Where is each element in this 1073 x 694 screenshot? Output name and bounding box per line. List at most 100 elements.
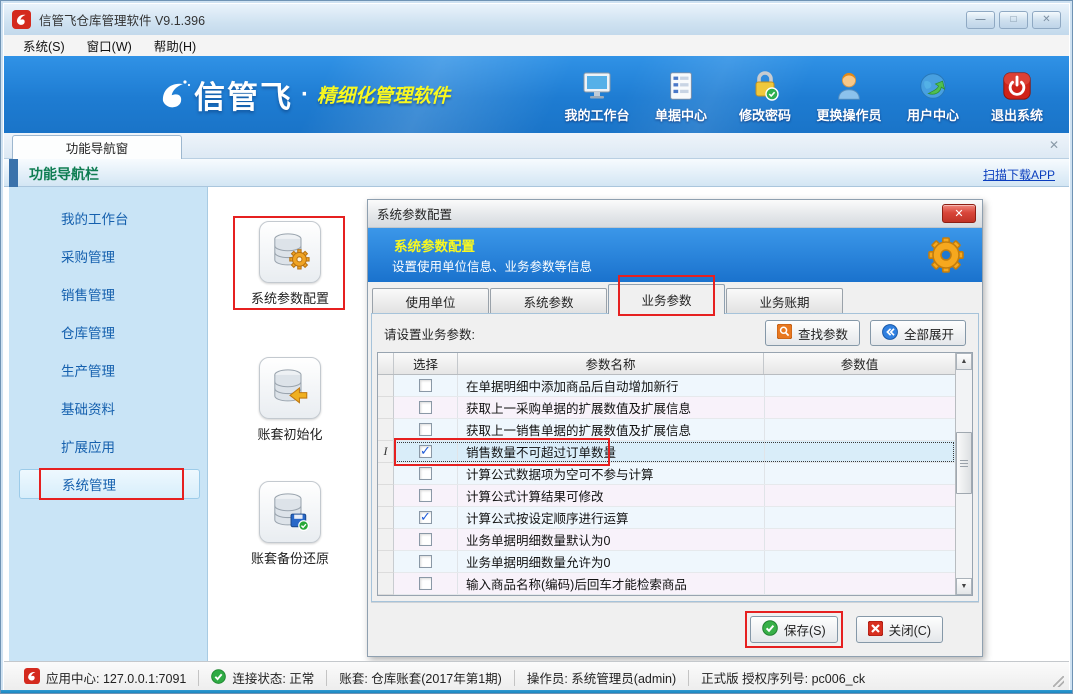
checkbox-cell[interactable]	[394, 397, 458, 418]
close-button[interactable]: ✕	[1032, 11, 1061, 29]
param-value-cell[interactable]	[764, 463, 955, 484]
row-indicator-cell[interactable]	[378, 419, 394, 441]
checkbox-cell[interactable]	[394, 375, 458, 396]
scroll-down-icon[interactable]: ▼	[956, 578, 972, 595]
sidebar-item-basicdata[interactable]: 基础资料	[19, 393, 200, 423]
row-content[interactable]: 计算公式数据项为空可不参与计算	[394, 463, 955, 485]
menu-item-window[interactable]: 窗口(W)	[76, 34, 143, 57]
param-value-cell[interactable]	[764, 573, 955, 594]
param-name-cell: 销售数量不可超过订单数量	[458, 441, 764, 462]
save-button[interactable]: 保存(S)	[750, 616, 838, 643]
param-value-cell[interactable]	[764, 375, 955, 396]
checkbox-cell[interactable]	[394, 441, 458, 462]
dialog-tab-period[interactable]: 业务账期	[726, 288, 843, 314]
scrollbar-track[interactable]	[956, 370, 972, 578]
row-indicator-cell[interactable]	[378, 397, 394, 419]
param-value-cell[interactable]	[764, 397, 955, 418]
row-content[interactable]: 计算公式按设定顺序进行运算	[394, 507, 955, 529]
param-value-cell[interactable]	[764, 529, 955, 550]
dialog-tab-biz[interactable]: 业务参数	[608, 284, 725, 314]
row-content[interactable]: 获取上一销售单据的扩展数值及扩展信息	[394, 419, 955, 441]
close-button-label: 关闭(C)	[889, 620, 931, 639]
shortcut-backup[interactable]: 账套备份还原	[238, 481, 342, 567]
dialog-tab-sys[interactable]: 系统参数	[490, 288, 607, 314]
toolbar-item-usercenter[interactable]: 用户中心	[891, 66, 975, 124]
row-indicator-cell[interactable]	[378, 529, 394, 551]
toolbar-item-orders[interactable]: 单据中心	[639, 66, 723, 124]
dialog-close-button[interactable]: ✕	[942, 204, 976, 223]
checkbox-cell[interactable]	[394, 507, 458, 528]
expand-all-button[interactable]: 全部展开	[870, 320, 966, 346]
checkbox[interactable]	[419, 555, 432, 568]
sidebar-item-production[interactable]: 生产管理	[19, 355, 200, 385]
checkbox[interactable]	[419, 577, 432, 590]
menu-item-help[interactable]: 帮助(H)	[143, 34, 207, 57]
row-content[interactable]: 销售数量不可超过订单数量	[394, 441, 955, 463]
row-indicator-cell[interactable]	[378, 573, 394, 595]
dialog-tab-unit[interactable]: 使用单位	[372, 288, 489, 314]
resize-grip[interactable]	[1053, 676, 1064, 687]
param-value-cell[interactable]	[764, 441, 955, 462]
checkbox-cell[interactable]	[394, 573, 458, 594]
sidebar-item-extension[interactable]: 扩展应用	[19, 431, 200, 461]
row-indicator-cell[interactable]	[378, 507, 394, 529]
toolbar-item-workbench[interactable]: 我的工作台	[555, 66, 639, 124]
toolbar-item-exit[interactable]: 退出系统	[975, 66, 1059, 124]
row-content[interactable]: 业务单据明细数量允许为0	[394, 551, 955, 573]
row-content[interactable]: 输入商品名称(编码)后回车才能检索商品	[394, 573, 955, 595]
scan-download-app-link[interactable]: 扫描下载APP	[983, 166, 1055, 183]
checkbox[interactable]	[419, 445, 432, 458]
row-content[interactable]: 获取上一采购单据的扩展数值及扩展信息	[394, 397, 955, 419]
checkbox-cell[interactable]	[394, 529, 458, 550]
maximize-button[interactable]: □	[999, 11, 1028, 29]
checkbox-cell[interactable]	[394, 419, 458, 440]
scroll-up-icon[interactable]: ▲	[956, 353, 972, 370]
checkbox-cell[interactable]	[394, 485, 458, 506]
param-value-cell[interactable]	[764, 507, 955, 528]
checkbox-cell[interactable]	[394, 463, 458, 484]
checkbox[interactable]	[419, 467, 432, 480]
banner-subtitle: 设置使用单位信息、业务参数等信息	[392, 256, 592, 275]
row-indicator-cell[interactable]	[378, 375, 394, 397]
toolbar-item-label: 我的工作台	[564, 105, 629, 124]
row-indicator-cell[interactable]	[378, 485, 394, 507]
status-account: 账套: 仓库账套(2017年第1期)	[327, 668, 514, 687]
shortcut-sysparam[interactable]: 系统参数配置	[238, 221, 342, 307]
tab-close-icon[interactable]: ✕	[1049, 138, 1059, 152]
row-content[interactable]: 计算公式计算结果可修改	[394, 485, 955, 507]
checkbox[interactable]	[419, 511, 432, 524]
vertical-scrollbar[interactable]: ▲ ▼	[955, 353, 972, 595]
sidebar-item-warehouse[interactable]: 仓库管理	[19, 317, 200, 347]
toolbar-item-password[interactable]: 修改密码	[723, 66, 807, 124]
shortcut-init[interactable]: 账套初始化	[238, 357, 342, 443]
checkbox[interactable]	[419, 379, 432, 392]
sidebar-item-purchase[interactable]: 采购管理	[19, 241, 200, 271]
search-params-button[interactable]: 查找参数	[765, 320, 860, 346]
scrollbar-thumb[interactable]	[956, 432, 972, 494]
checkbox[interactable]	[419, 533, 432, 546]
sidebar-item-workbench[interactable]: 我的工作台	[19, 203, 200, 233]
sidebar-item-sysmgmt[interactable]: 系统管理	[19, 469, 200, 499]
tab-function-nav[interactable]: 功能导航窗	[12, 135, 182, 159]
row-indicator-cell[interactable]	[378, 463, 394, 485]
status-operator: 操作员: 系统管理员(admin)	[515, 668, 688, 687]
row-indicator-cell[interactable]	[378, 551, 394, 573]
param-value-cell[interactable]	[764, 419, 955, 440]
menu-item-system[interactable]: 系统(S)	[12, 34, 76, 57]
param-value-cell[interactable]	[764, 551, 955, 572]
toolbar-item-operator[interactable]: 更换操作员	[807, 66, 891, 124]
dialog-close-action-button[interactable]: 关闭(C)	[856, 616, 943, 643]
param-value-cell[interactable]	[764, 485, 955, 506]
checkbox-cell[interactable]	[394, 551, 458, 572]
title-bar: 信管飞仓库管理软件 V9.1.396 — □ ✕	[4, 4, 1069, 35]
sidebar-item-sales[interactable]: 销售管理	[19, 279, 200, 309]
minimize-button[interactable]: —	[966, 11, 995, 29]
row-content[interactable]: 在单据明细中添加商品后自动增加新行	[394, 375, 955, 397]
param-name-cell: 获取上一销售单据的扩展数值及扩展信息	[458, 419, 764, 440]
status-connection: 连接状态: 正常	[199, 668, 326, 687]
checkbox[interactable]	[419, 423, 432, 436]
checkbox[interactable]	[419, 401, 432, 414]
checkbox[interactable]	[419, 489, 432, 502]
row-content[interactable]: 业务单据明细数量默认为0	[394, 529, 955, 551]
row-indicator-cell[interactable]: I	[378, 441, 394, 463]
